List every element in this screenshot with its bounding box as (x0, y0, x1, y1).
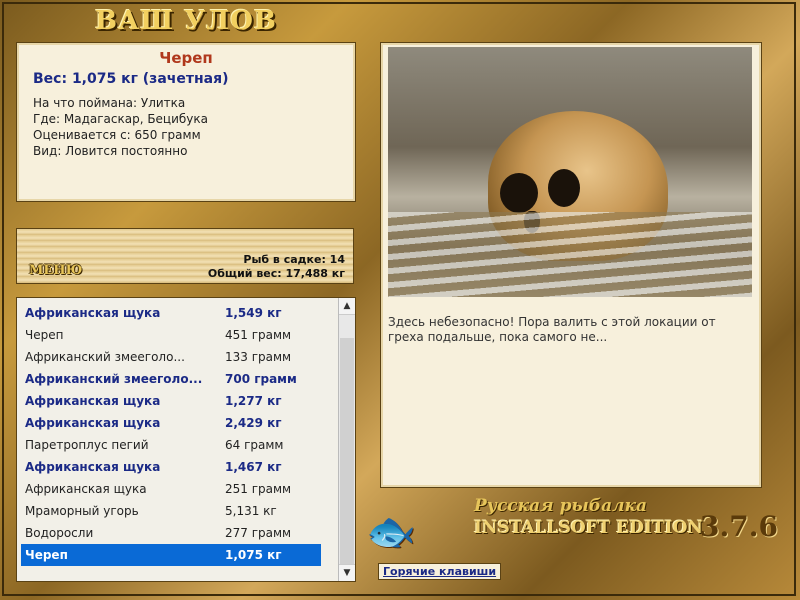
scroll-up-arrow-icon[interactable]: ▲ (339, 298, 355, 315)
brand-title: Русская рыбалка (474, 496, 648, 516)
catch-bait: На что поймана: Улитка (33, 96, 186, 110)
water-surface (388, 212, 752, 297)
goldfish-logo-icon: 🐟 (366, 509, 416, 555)
list-item-name: Череп (25, 548, 68, 562)
list-item-weight: 133 грамм (225, 350, 292, 364)
list-item-weight: 251 грамм (225, 482, 292, 496)
picture-panel: Здесь небезопасно! Пора валить с этой ло… (380, 42, 762, 488)
list-item[interactable]: Африканская щука 1,277 кг (21, 390, 321, 412)
catch-weight: Вес: 1,075 кг (зачетная) (33, 71, 229, 87)
catch-list[interactable]: Африканская щука 1,549 кг Череп 451 грамм Аф… (16, 297, 356, 582)
list-item[interactable]: Череп 1,075 кг (21, 544, 321, 566)
list-item[interactable]: Африканский змееголо... 700 грамм (21, 368, 321, 390)
hotkeys-link[interactable]: Горячие клавиши (378, 563, 502, 580)
catch-kind: Вид: Ловится постоянно (33, 144, 188, 158)
list-item-name: Череп (25, 328, 64, 342)
list-item-weight: 64 грамм (225, 438, 284, 452)
list-item[interactable]: Череп 451 грамм (21, 324, 321, 346)
page-title: ВАШ УЛОВ (95, 6, 277, 36)
list-item-name: Водоросли (25, 526, 94, 540)
picture-description: Здесь небезопасно! Пора валить с этой ло… (388, 315, 716, 344)
brand-edition: INSTALLSOFT EDITION (474, 518, 703, 538)
scroll-thumb[interactable] (340, 338, 354, 568)
total-weight: Общий вес: 17,488 кг (207, 267, 345, 280)
list-item-name: Паретроплус пегий (25, 438, 149, 452)
list-item-weight: 1,467 кг (225, 460, 282, 474)
catch-info-panel: Череп Вес: 1,075 кг (зачетная) На что по… (16, 42, 356, 202)
list-item[interactable]: Африканская щука 1,467 кг (21, 456, 321, 478)
catch-name: Череп (159, 49, 213, 67)
list-item-name: Африканский змееголо... (25, 372, 203, 386)
list-item-name: Африканская щука (25, 306, 161, 320)
fish-count: Рыб в садке: 14 (243, 253, 345, 266)
list-item-weight: 2,429 кг (225, 416, 282, 430)
skull-eye-left (500, 173, 538, 213)
list-item-weight: 277 грамм (225, 526, 292, 540)
skull-eye-right (548, 169, 580, 207)
list-item-name: Африканская щука (25, 460, 161, 474)
catch-list-body: Африканская щука 1,549 кг Череп 451 грамм Аф… (17, 298, 355, 566)
menu-button[interactable]: МЕНЮ (29, 263, 82, 278)
list-item-weight: 5,131 кг (225, 504, 277, 518)
catch-stats: Рыб в садке: 14 Общий вес: 17,488 кг (208, 253, 345, 281)
list-item-name: Африканская щука (25, 416, 161, 430)
list-item[interactable]: Африканский змееголо... 133 грамм (21, 346, 321, 368)
scrollbar[interactable]: ▲ ▼ (338, 298, 355, 581)
list-item[interactable]: Африканская щука 251 грамм (21, 478, 321, 500)
list-item[interactable]: Мраморный угорь 5,131 кг (21, 500, 321, 522)
catch-value: Оценивается с: 650 грамм (33, 128, 201, 142)
menu-strip: МЕНЮ Рыб в садке: 14 Общий вес: 17,488 к… (16, 228, 354, 284)
list-item-weight: 1,549 кг (225, 306, 282, 320)
scroll-down-arrow-icon[interactable]: ▼ (339, 564, 355, 581)
list-item-weight: 451 грамм (225, 328, 292, 342)
brand-version: 3.7.6 (700, 510, 778, 543)
list-item-weight: 1,075 кг (225, 548, 282, 562)
list-item[interactable]: Паретроплус пегий 64 грамм (21, 434, 321, 456)
list-item[interactable]: Африканская щука 1,549 кг (21, 302, 321, 324)
list-item-name: Африканская щука (25, 482, 147, 496)
list-item-name: Мраморный угорь (25, 504, 139, 518)
catch-location: Где: Мадагаскар, Бецибука (33, 112, 209, 126)
list-item[interactable]: Водоросли 277 грамм (21, 522, 321, 544)
skull-in-water-image (388, 47, 752, 297)
list-item-name: Африканский змееголо... (25, 350, 185, 364)
list-item-name: Африканская щука (25, 394, 161, 408)
list-item-weight: 1,277 кг (225, 394, 282, 408)
list-item-weight: 700 грамм (225, 372, 297, 386)
list-item[interactable]: Африканская щука 2,429 кг (21, 412, 321, 434)
